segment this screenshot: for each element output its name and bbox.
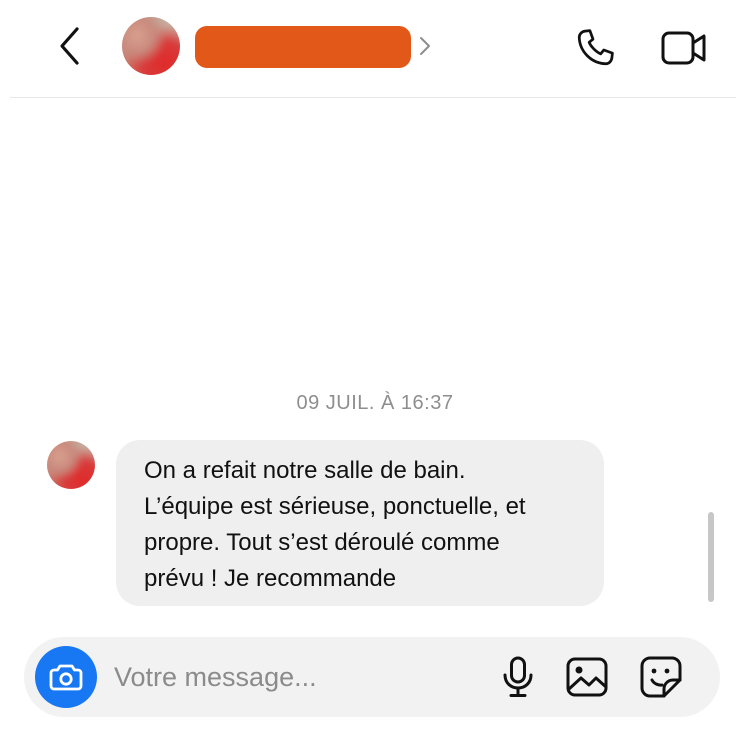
camera-icon (49, 664, 83, 691)
message-composer (24, 637, 720, 717)
image-icon (566, 657, 608, 697)
voice-call-button[interactable] (572, 25, 618, 71)
message-line: On a refait notre salle de bain. (144, 457, 466, 484)
video-camera-icon (661, 31, 706, 65)
phone-icon (577, 29, 614, 66)
message-line: L’équipe est sérieuse, ponctuelle, et (144, 493, 526, 520)
sender-avatar[interactable] (47, 441, 95, 489)
voice-message-button[interactable] (494, 653, 542, 701)
chevron-left-icon (60, 27, 79, 65)
message-input[interactable] (114, 657, 474, 697)
message-timestamp: 09 JUIL. À 16:37 (296, 392, 454, 414)
microphone-icon (503, 656, 533, 697)
gallery-button[interactable] (562, 653, 612, 701)
sticker-icon (640, 656, 682, 698)
header-divider (10, 97, 736, 98)
chevron-right-icon[interactable] (418, 35, 432, 57)
scrollbar[interactable] (708, 512, 714, 602)
message-line: prévu ! Je recommande (144, 565, 397, 592)
contact-name-redacted[interactable] (195, 26, 411, 68)
video-call-button[interactable] (658, 25, 710, 71)
sticker-button[interactable] (636, 653, 686, 701)
message-line: propre. Tout s’est déroulé comme (144, 529, 500, 556)
chat-header (0, 0, 750, 98)
camera-button[interactable] (35, 646, 97, 708)
message-bubble[interactable]: On a refait notre salle de bain. L’équip… (116, 440, 604, 606)
contact-avatar[interactable] (122, 17, 180, 75)
back-button[interactable] (50, 24, 90, 68)
